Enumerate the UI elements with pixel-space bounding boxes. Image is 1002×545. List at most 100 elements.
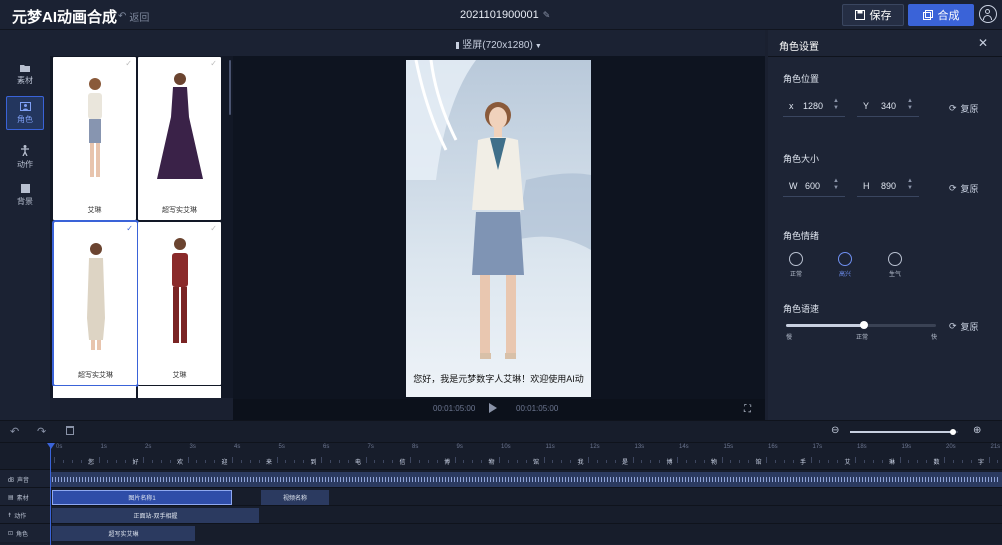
sidebar-item-background[interactable]: 背景 <box>6 178 44 212</box>
save-button[interactable]: 保存 <box>842 4 904 26</box>
character-thumbnail <box>88 78 102 177</box>
ruler-label: 10s <box>501 444 511 450</box>
track-label: ▤ 素材 <box>0 488 50 506</box>
zoom-slider-handle[interactable] <box>949 429 956 435</box>
emotion-normal-option[interactable]: 正常 <box>781 252 811 278</box>
settings-panel: 角色设置 ✕ 角色位置 x 1280 ▲ ▼ Y 340 ▲ ▼ ⟳ 复原 角色大小 … <box>768 30 1002 420</box>
subtitle-text: 您好，我是元梦数字人艾琳！欢迎使用AI动 <box>413 374 584 384</box>
ruler-label: 19s <box>901 444 912 450</box>
playhead[interactable] <box>50 443 51 545</box>
material-track: ▤ 素材 图片名称1 视频名称 <box>0 487 1002 506</box>
track-label: ⊡ 角色 <box>0 524 50 542</box>
ruler-label: 4s <box>234 444 241 450</box>
reset-size-button[interactable]: ⟳ 复原 <box>949 182 979 195</box>
happy-face-icon <box>838 252 852 266</box>
undo-arrow-icon: ↶ <box>118 11 127 22</box>
reset-position-button[interactable]: ⟳ 复原 <box>949 102 979 115</box>
material-card-partial[interactable] <box>53 386 136 398</box>
subtitle-char: 您 <box>88 460 95 466</box>
stepper-icon[interactable]: ▲ ▼ <box>833 98 839 112</box>
caret-down-icon: ▼ <box>534 43 542 50</box>
timeline: ↶ ↷ ⊖ ⊕ 0s 1s 2s 3s 4s 5s 6s 7s 8s 9s 10s 11s 12s 13s… <box>0 420 1002 545</box>
speed-slider-handle[interactable] <box>860 321 868 329</box>
total-time: 00:01:05:00 <box>516 404 559 413</box>
material-card-partial[interactable] <box>138 386 221 398</box>
x-value: 1280 <box>803 101 824 111</box>
subtitle-char: 我 <box>577 460 584 466</box>
back-button[interactable]: ↶ 返回 <box>118 9 149 24</box>
background-icon <box>20 183 30 193</box>
material-clip[interactable]: 视频名称 <box>261 490 329 505</box>
ruler-label: 3s <box>189 444 196 450</box>
user-avatar-icon[interactable] <box>979 5 997 23</box>
speed-title: 角色语速 <box>783 304 820 314</box>
settings-header: 角色设置 ✕ <box>768 30 1002 57</box>
stepper-icon[interactable]: ▲ ▼ <box>907 178 913 192</box>
redo-icon[interactable]: ↷ <box>37 425 46 438</box>
sidebar-item-material[interactable]: 素材 <box>6 58 44 92</box>
sidebar-item-label: 背景 <box>17 196 33 206</box>
reset-speed-button[interactable]: ⟳ 复原 <box>949 320 979 333</box>
role-track: ⊡ 角色 超写实艾琳 <box>0 523 1002 542</box>
position-x-field[interactable]: x 1280 ▲ ▼ <box>783 95 845 117</box>
app-title: 元梦AI动画合成 <box>12 9 118 26</box>
top-bar: 元梦AI动画合成 ↶ 返回 2021101900001 ✎ 保存 合成 <box>0 0 1002 30</box>
video-canvas[interactable]: 您好，我是元梦数字人艾琳！欢迎使用AI动 <box>406 60 591 397</box>
sidebar-item-character[interactable]: 角色 <box>6 96 44 130</box>
reset-label: 复原 <box>960 104 979 114</box>
role-clip[interactable]: 超写实艾琳 <box>52 526 195 541</box>
orientation-select[interactable]: 竖屏(720x1280) ▼ <box>233 36 765 51</box>
check-icon: ✓ <box>125 59 132 68</box>
undo-icon[interactable]: ↶ <box>10 425 19 438</box>
subtitle-char: 信 <box>399 460 406 466</box>
edit-pencil-icon[interactable]: ✎ <box>543 10 551 21</box>
fullscreen-icon[interactable]: ⛶ <box>744 404 751 415</box>
material-card[interactable]: ✓ 艾琳 <box>138 222 221 385</box>
subtitle-char: 数 <box>933 460 940 466</box>
position-y-field[interactable]: Y 340 ▲ ▼ <box>857 95 919 117</box>
size-w-field[interactable]: W 600 ▲ ▼ <box>783 175 845 197</box>
zoom-out-icon[interactable]: ⊖ <box>831 425 839 436</box>
close-icon[interactable]: ✕ <box>978 36 988 50</box>
subtitle-char: 电 <box>355 460 362 466</box>
document-title[interactable]: 2021101900001 ✎ <box>460 9 550 21</box>
delete-icon[interactable] <box>66 426 74 435</box>
ruler-label: 14s <box>679 444 689 450</box>
stepper-icon[interactable]: ▲ ▼ <box>907 98 913 112</box>
material-panel-header <box>50 30 233 56</box>
material-clip[interactable]: 图片名称1 <box>52 490 232 505</box>
material-card[interactable]: ✓ 超写实艾琳 <box>138 57 221 220</box>
subtitle-char: 好 <box>132 460 139 466</box>
character-thumbnail <box>172 238 188 343</box>
x-label: x <box>789 101 794 111</box>
orientation-label: 竖屏(720x1280) <box>462 40 533 51</box>
y-value: 340 <box>881 101 897 111</box>
zoom-slider[interactable] <box>850 429 958 435</box>
emotion-angry-option[interactable]: 生气 <box>880 252 910 278</box>
h-label: H <box>863 181 870 191</box>
material-scrollbar[interactable] <box>229 60 231 115</box>
ruler-label: 21s <box>990 444 1001 450</box>
emotion-happy-option[interactable]: 高兴 <box>830 252 860 278</box>
zoom-in-icon[interactable]: ⊕ <box>973 425 981 436</box>
position-title: 角色位置 <box>783 74 820 84</box>
play-icon[interactable] <box>489 403 497 413</box>
audio-waveform[interactable] <box>50 472 1002 487</box>
track-label-text: 声音 <box>17 477 30 484</box>
ruler-label: 15s <box>723 444 734 450</box>
material-card-label: 艾琳 <box>172 372 187 379</box>
stepper-icon[interactable]: ▲ ▼ <box>833 178 839 192</box>
material-card[interactable]: ✓ 艾琳 <box>53 57 136 220</box>
character-thumbnail <box>87 243 105 350</box>
sidebar-item-action[interactable]: 动作 <box>6 140 44 174</box>
subtitle-char: 馆 <box>533 460 540 466</box>
y-label: Y <box>863 101 870 111</box>
material-card-selected[interactable]: ✓ 超写实艾琳 <box>52 220 139 387</box>
reset-icon: ⟳ <box>949 183 957 193</box>
playhead-handle[interactable] <box>47 443 55 449</box>
material-card-label: 超写实艾琳 <box>162 207 197 214</box>
action-clip[interactable]: 正面站-双手相握 <box>52 508 259 523</box>
speed-slider[interactable] <box>786 321 936 329</box>
size-h-field[interactable]: H 890 ▲ ▼ <box>857 175 919 197</box>
compose-button[interactable]: 合成 <box>908 4 974 26</box>
